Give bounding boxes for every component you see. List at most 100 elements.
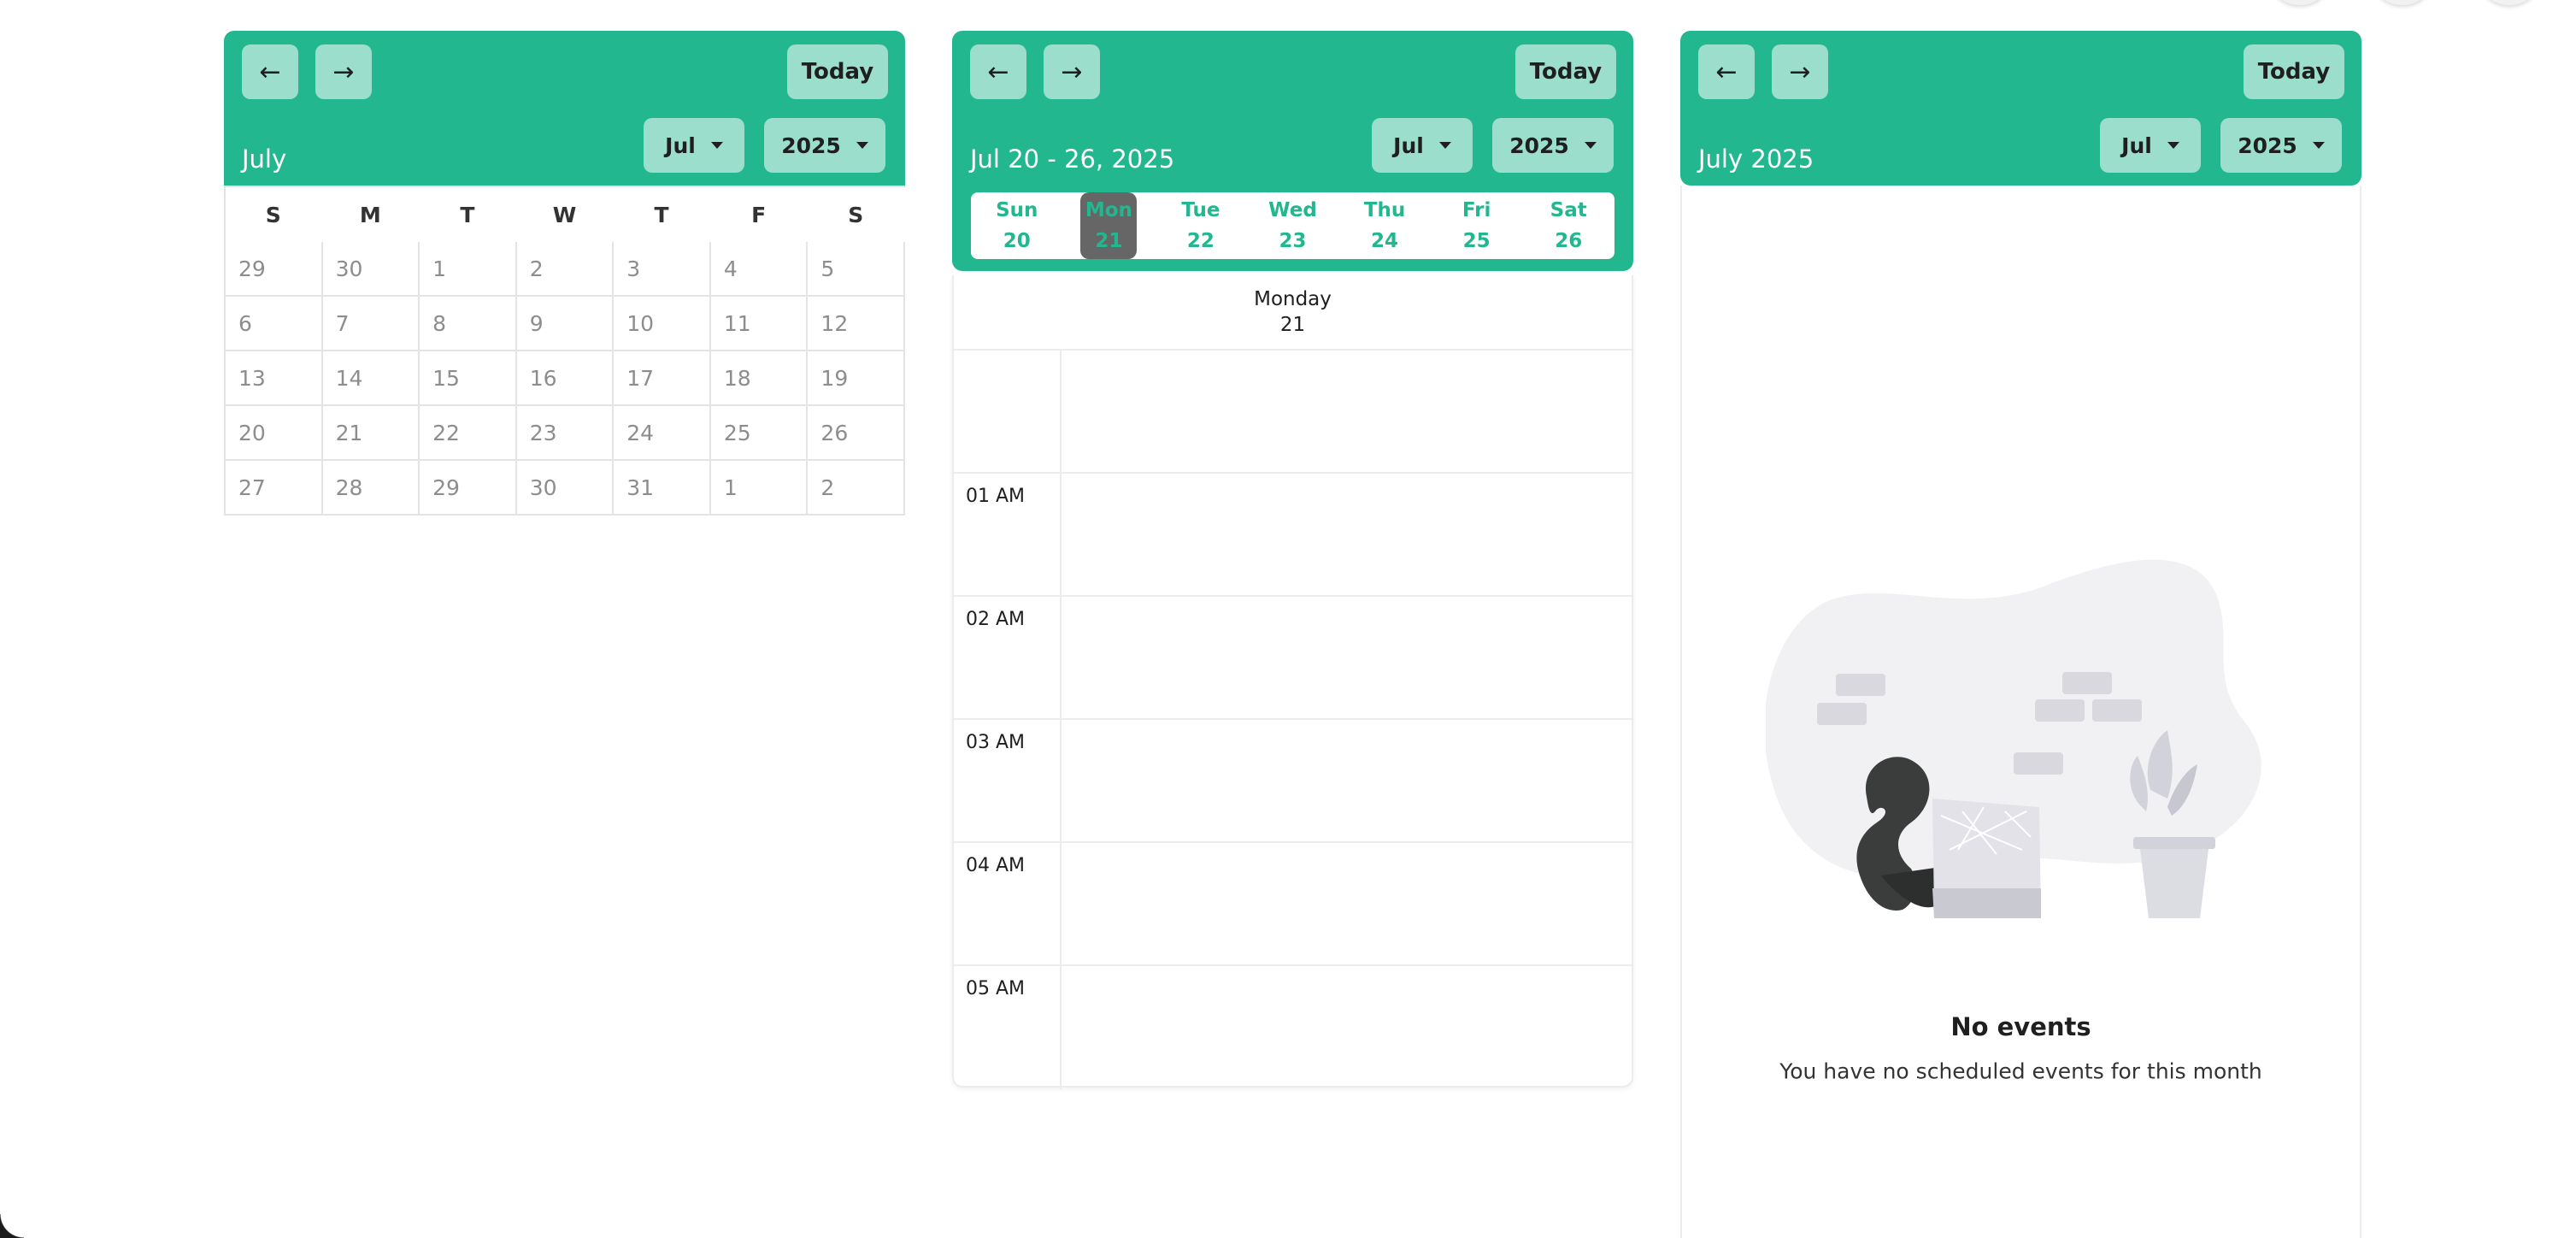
weekday-header: T: [614, 187, 711, 242]
day-cell[interactable]: 8: [420, 297, 517, 351]
arrow-right-icon: →: [332, 56, 355, 87]
next-week-button[interactable]: →: [1044, 44, 1100, 99]
week-day-strip: Sun 20 Mon 21 Tue 22 Wed 23 Thu 24 Fri 25 Sat 26: [971, 192, 1614, 259]
day-cell[interactable]: 5: [808, 242, 905, 297]
day-cell[interactable]: 9: [516, 297, 615, 351]
hour-label: 05 AM: [954, 966, 1062, 1089]
month-select[interactable]: Jul: [2100, 118, 2201, 173]
week-day-fri[interactable]: Fri 25: [1431, 192, 1523, 259]
day-cell[interactable]: 15: [420, 351, 517, 406]
day-cell[interactable]: 21: [322, 406, 421, 461]
day-cell[interactable]: 17: [614, 351, 711, 406]
day-cell[interactable]: 1: [710, 461, 809, 516]
arrow-right-icon: →: [1789, 56, 1811, 87]
day-cell[interactable]: 24: [614, 406, 711, 461]
day-cell[interactable]: 3: [614, 242, 711, 297]
top-decoration: [2483, 0, 2536, 5]
list-calendar: ← → Today July 2025 Jul 2025 No events Y…: [1680, 31, 2361, 1238]
year-select-value: 2025: [2238, 133, 2297, 158]
month-grid: S M T W T F S 29 30 1 2 3 4 5 6 7 8 9 10 11 12 13 14 15 16 17 18 19…: [224, 186, 905, 516]
day-cell[interactable]: 18: [710, 351, 809, 406]
arrow-left-icon: ←: [987, 56, 1009, 87]
year-select-value: 2025: [1509, 133, 1569, 158]
month-select[interactable]: Jul: [644, 118, 744, 173]
day-cell[interactable]: 25: [710, 406, 809, 461]
day-cell[interactable]: 1: [420, 242, 517, 297]
day-cell[interactable]: 7: [322, 297, 421, 351]
day-cell[interactable]: 4: [710, 242, 809, 297]
caret-down-icon: [856, 142, 868, 149]
day-cell[interactable]: 2: [516, 242, 615, 297]
time-slot[interactable]: [1062, 966, 1632, 1089]
day-cell[interactable]: 13: [226, 351, 323, 406]
week-day-name: Tue: [1181, 199, 1220, 221]
month-select-value: Jul: [1393, 133, 1424, 158]
week-day-name: Sun: [996, 199, 1038, 221]
day-cell[interactable]: 11: [710, 297, 809, 351]
day-cell[interactable]: 22: [420, 406, 517, 461]
prev-week-button[interactable]: ←: [970, 44, 1026, 99]
weekday-header: W: [517, 187, 615, 242]
empty-state-illustration: [1766, 559, 2261, 918]
hour-label: 01 AM: [954, 474, 1062, 595]
day-cell[interactable]: 29: [420, 461, 517, 516]
time-slot[interactable]: [1062, 720, 1632, 841]
today-button[interactable]: Today: [2244, 44, 2344, 99]
year-select[interactable]: 2025: [2220, 118, 2342, 173]
time-slot[interactable]: [1062, 843, 1632, 964]
year-select[interactable]: 2025: [1492, 118, 1614, 173]
next-month-button[interactable]: →: [1772, 44, 1828, 99]
hour-label: 03 AM: [954, 720, 1062, 841]
next-month-button[interactable]: →: [315, 44, 372, 99]
day-cell[interactable]: 29: [226, 242, 323, 297]
list-calendar-header: ← → Today July 2025 Jul 2025: [1680, 31, 2361, 186]
day-cell[interactable]: 12: [808, 297, 905, 351]
day-cell[interactable]: 2: [808, 461, 905, 516]
empty-state-subtitle: You have no scheduled events for this mo…: [1779, 1058, 2262, 1084]
day-cell[interactable]: 23: [516, 406, 615, 461]
day-cell[interactable]: 30: [516, 461, 615, 516]
hour-label: [954, 351, 1062, 472]
weekday-header: F: [711, 187, 809, 242]
hour-row: 02 AM: [954, 597, 1632, 720]
day-cell[interactable]: 16: [516, 351, 615, 406]
year-select-value: 2025: [781, 133, 841, 158]
hour-row: 05 AM: [954, 966, 1632, 1089]
prev-month-button[interactable]: ←: [242, 44, 298, 99]
week-day-mon[interactable]: Mon 21: [1063, 192, 1156, 259]
week-day-tue[interactable]: Tue 22: [1155, 192, 1247, 259]
day-cell[interactable]: 31: [614, 461, 711, 516]
month-select[interactable]: Jul: [1372, 118, 1473, 173]
top-decoration: [2273, 0, 2326, 5]
time-slot[interactable]: [1062, 351, 1632, 472]
calendar-title: Jul 20 - 26, 2025: [970, 144, 1175, 174]
day-cell[interactable]: 20: [226, 406, 323, 461]
week-day-date: 24: [1371, 230, 1399, 252]
week-day-name: Fri: [1461, 199, 1491, 221]
year-select[interactable]: 2025: [764, 118, 885, 173]
arrow-left-icon: ←: [1715, 56, 1738, 87]
day-cell[interactable]: 26: [808, 406, 905, 461]
day-cell[interactable]: 28: [322, 461, 421, 516]
caret-down-icon: [1438, 142, 1451, 149]
week-day-date: 25: [1462, 230, 1491, 252]
today-button[interactable]: Today: [787, 44, 888, 99]
day-cell[interactable]: 30: [322, 242, 421, 297]
week-day-sat[interactable]: Sat 26: [1522, 192, 1614, 259]
caret-down-icon: [2312, 142, 2325, 149]
day-cell[interactable]: 10: [614, 297, 711, 351]
prev-month-button[interactable]: ←: [1698, 44, 1755, 99]
day-cell[interactable]: 27: [226, 461, 323, 516]
day-cell[interactable]: 14: [322, 351, 421, 406]
time-slot[interactable]: [1062, 597, 1632, 718]
week-day-name: Sat: [1550, 199, 1587, 221]
week-day-date: 22: [1186, 230, 1214, 252]
week-day-thu[interactable]: Thu 24: [1338, 192, 1431, 259]
week-day-wed[interactable]: Wed 23: [1247, 192, 1339, 259]
time-slot[interactable]: [1062, 474, 1632, 595]
day-cell[interactable]: 6: [226, 297, 323, 351]
day-cell[interactable]: 19: [808, 351, 905, 406]
today-button[interactable]: Today: [1515, 44, 1616, 99]
week-day-sun[interactable]: Sun 20: [971, 192, 1063, 259]
hour-row: [954, 351, 1632, 474]
